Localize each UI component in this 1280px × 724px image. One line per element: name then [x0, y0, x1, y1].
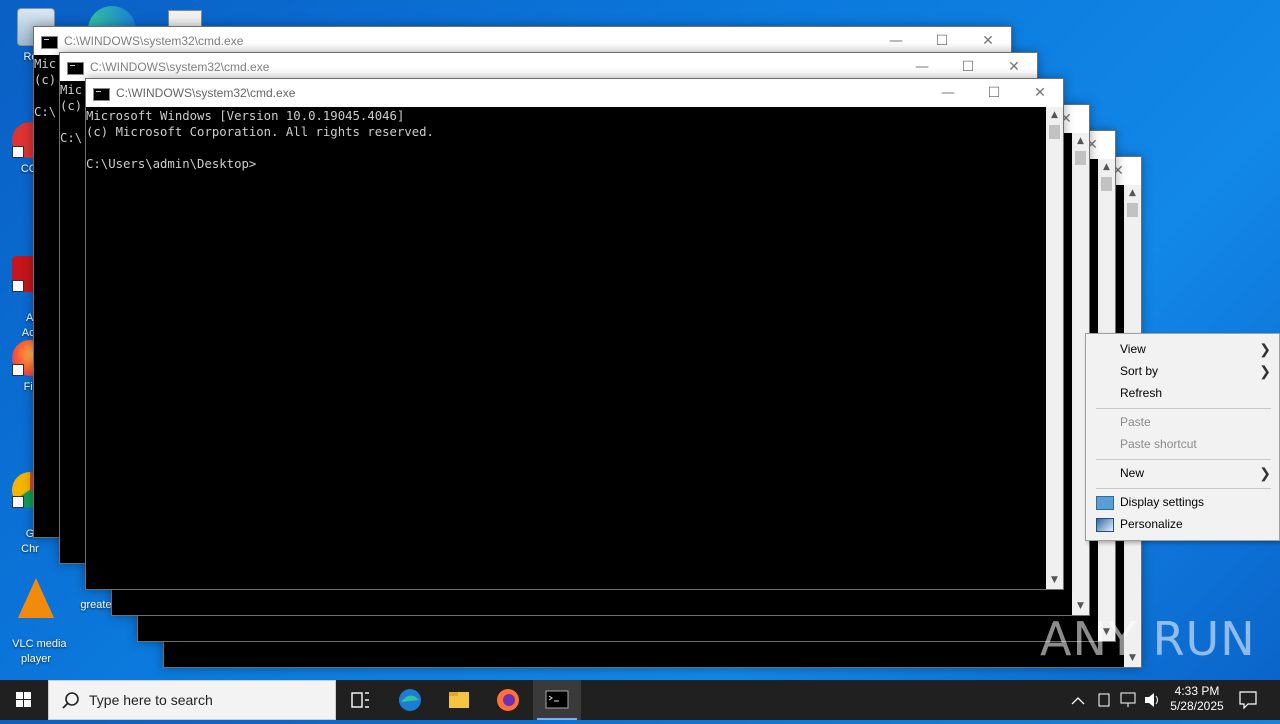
minimize-button[interactable]: — [899, 53, 945, 81]
device-icon [1098, 693, 1110, 707]
cmd-icon [93, 88, 110, 101]
menu-item-label: Sort by [1120, 364, 1159, 378]
maximize-button[interactable]: ☐ [971, 79, 1017, 107]
menu-item-sort-by[interactable]: Sort by ❯ [1086, 360, 1279, 382]
desktop-icon-label: greate [80, 599, 112, 611]
network-icon [1120, 692, 1136, 707]
menu-item-label: Paste shortcut [1120, 437, 1197, 451]
scroll-up-icon[interactable]: ▲ [1046, 107, 1063, 124]
console-line: (c) Microsoft Corporation. All rights re… [86, 125, 434, 139]
menu-item-personalize[interactable]: Personalize [1086, 513, 1279, 535]
console-output[interactable]: Microsoft Windows [Version 10.0.19045.40… [86, 107, 1046, 589]
task-view-icon [351, 692, 369, 708]
clock-time: 4:33 PM [1174, 684, 1220, 698]
edge-icon [399, 689, 421, 711]
windows-logo-icon [16, 692, 31, 707]
cmd-icon [67, 62, 84, 75]
scroll-up-icon[interactable]: ▲ [1098, 159, 1115, 176]
window-title: C:\WINDOWS\system32\cmd.exe [116, 86, 296, 100]
menu-item-label: Personalize [1120, 517, 1183, 531]
taskbar-file-explorer[interactable] [435, 680, 483, 720]
scroll-thumb[interactable] [1101, 177, 1112, 191]
desktop-context-menu: View ❯ Sort by ❯ Refresh Paste Paste short… [1085, 333, 1280, 541]
menu-item-label: Paste [1120, 415, 1151, 429]
vlc-icon [18, 578, 54, 618]
menu-item-label: View [1120, 342, 1146, 356]
task-view-button[interactable] [336, 680, 384, 720]
maximize-button[interactable]: ☐ [945, 53, 991, 81]
menu-item-paste[interactable]: Paste [1086, 411, 1279, 433]
close-button[interactable]: ✕ [965, 27, 1011, 55]
menu-item-new[interactable]: New ❯ [1086, 462, 1279, 484]
clock-date: 5/28/2025 [1170, 699, 1224, 713]
minimize-button[interactable]: — [925, 79, 971, 107]
cmd-window-active[interactable]: C:\WINDOWS\system32\cmd.exe — ☐ ✕ Micros… [85, 78, 1064, 590]
taskbar-cmd[interactable] [533, 680, 581, 720]
window-title: C:\WINDOWS\system32\cmd.exe [64, 34, 244, 48]
volume-icon [1145, 693, 1158, 707]
menu-item-paste-shortcut[interactable]: Paste shortcut [1086, 433, 1279, 455]
scroll-thumb[interactable] [1075, 151, 1086, 165]
search-icon [62, 692, 79, 709]
window-title: C:\WINDOWS\system32\cmd.exe [90, 60, 270, 74]
menu-separator [1096, 459, 1271, 460]
menu-separator [1096, 408, 1271, 409]
tray-volume[interactable] [1142, 680, 1162, 720]
console-prompt: C:\Users\admin\Desktop> [86, 157, 257, 171]
start-button[interactable] [0, 680, 48, 720]
close-button[interactable]: ✕ [1017, 79, 1063, 107]
menu-item-label: Refresh [1120, 386, 1163, 400]
scroll-down-icon[interactable]: ▼ [1046, 572, 1063, 589]
menu-item-view[interactable]: View ❯ [1086, 338, 1279, 360]
taskbar: Type here to search 4:33 PM 5/28/2025 [0, 680, 1280, 720]
search-placeholder: Type here to search [89, 692, 213, 708]
personalize-icon [1096, 518, 1114, 532]
console-line: Microsoft Windows [Version 10.0.19045.40… [86, 109, 405, 123]
desktop-icon-label: VLC media player [12, 638, 67, 665]
show-hidden-icons-button[interactable] [1068, 680, 1088, 720]
scroll-up-icon[interactable]: ▲ [1072, 133, 1089, 150]
clock[interactable]: 4:33 PM 5/28/2025 [1166, 680, 1228, 720]
menu-item-label: New [1120, 466, 1145, 480]
firefox-icon [497, 689, 519, 711]
tray-device-icon[interactable] [1094, 680, 1114, 720]
menu-item-refresh[interactable]: Refresh [1086, 382, 1279, 404]
search-input[interactable]: Type here to search [48, 680, 336, 720]
notification-icon [1239, 691, 1257, 710]
scrollbar[interactable]: ▲ ▼ [1046, 107, 1063, 589]
close-button[interactable]: ✕ [991, 53, 1037, 81]
chevron-right-icon: ❯ [1259, 341, 1271, 357]
menu-item-display-settings[interactable]: Display settings [1086, 491, 1279, 513]
menu-separator [1096, 488, 1271, 489]
chevron-right-icon: ❯ [1259, 465, 1271, 481]
cmd-icon [41, 36, 58, 49]
taskbar-firefox[interactable] [484, 680, 532, 720]
taskbar-edge[interactable] [386, 680, 434, 720]
notification-button[interactable] [1234, 680, 1262, 720]
display-icon [1096, 496, 1114, 510]
minimize-button[interactable]: — [873, 27, 919, 55]
scroll-thumb[interactable] [1127, 203, 1138, 217]
folder-icon [449, 692, 469, 708]
anyrun-watermark: ANY RUN [1040, 612, 1256, 666]
chevron-up-icon [1071, 697, 1085, 705]
chevron-right-icon: ❯ [1259, 363, 1271, 379]
scroll-up-icon[interactable]: ▲ [1124, 185, 1141, 202]
scroll-thumb[interactable] [1049, 125, 1060, 139]
tray-network[interactable] [1118, 680, 1138, 720]
maximize-button[interactable]: ☐ [919, 27, 965, 55]
desktop-icon-vlc[interactable]: VLC media player [6, 548, 67, 667]
menu-item-label: Display settings [1120, 495, 1205, 509]
cmd-icon [545, 690, 569, 709]
